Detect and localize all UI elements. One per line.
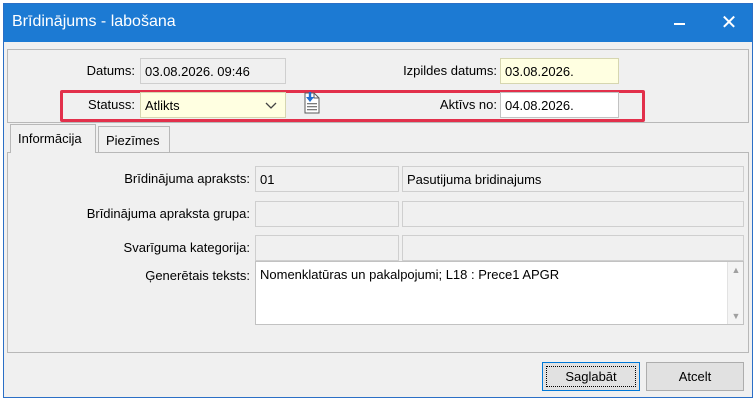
apraksts-code-value: 01 xyxy=(260,172,275,187)
tab-piezimes[interactable]: Piezīmes xyxy=(98,126,170,152)
document-download-icon[interactable] xyxy=(301,91,323,115)
izpildes-datums-field[interactable]: 03.08.2026. xyxy=(500,58,619,84)
izpildes-datums-label: Izpildes datums: xyxy=(403,63,497,78)
statuss-label: Statuss: xyxy=(88,97,135,112)
vertical-scrollbar[interactable]: ▲ ▼ xyxy=(727,262,743,324)
datums-field: 03.08.2026. 09:46 xyxy=(140,58,286,84)
scroll-down-icon[interactable]: ▼ xyxy=(730,311,742,321)
cancel-button[interactable]: Atcelt xyxy=(646,362,744,391)
title-bar: Brīdinājums - labošana ✕ xyxy=(4,4,752,42)
tab-informacija[interactable]: Informācija xyxy=(10,124,96,153)
generetais-teksts-textarea[interactable]: Nomenklatūras un pakalpojumi; L18 : Prec… xyxy=(255,261,744,325)
dialog-window: Brīdinājums - labošana ✕ Datums: 03.08.2… xyxy=(3,3,753,398)
datums-label: Datums: xyxy=(86,63,135,78)
svariguma-kategorija-name-field xyxy=(402,235,744,261)
aktivs-no-value: 04.08.2026. xyxy=(505,98,574,113)
generetais-teksts-label: Ģenerētais teksts: xyxy=(145,268,250,283)
apraksts-name-value: Pasutijuma bridinajums xyxy=(407,172,542,187)
izpildes-datums-value: 03.08.2026. xyxy=(505,64,574,79)
aktivs-no-field[interactable]: 04.08.2026. xyxy=(500,92,619,118)
apraksts-label: Brīdinājuma apraksts: xyxy=(124,171,250,186)
save-button[interactable]: Saglabāt xyxy=(542,362,640,391)
apraksta-grupa-label: Brīdinājuma apraksta grupa: xyxy=(86,206,250,221)
aktivs-no-label: Aktīvs no: xyxy=(439,97,497,112)
statuss-value: Atlikts xyxy=(145,98,180,113)
save-button-label: Saglabāt xyxy=(546,366,636,387)
tab-informacija-label: Informācija xyxy=(18,131,82,146)
apraksta-grupa-code-field xyxy=(255,201,399,227)
apraksta-grupa-name-field xyxy=(402,201,744,227)
window-title: Brīdinājums - labošana xyxy=(12,13,176,30)
svariguma-kategorija-label: Svarīguma kategorija: xyxy=(123,240,250,255)
close-icon[interactable]: ✕ xyxy=(706,4,752,42)
statuss-select[interactable]: Atlikts xyxy=(140,92,286,118)
minimize-icon[interactable] xyxy=(656,4,702,42)
scroll-up-icon[interactable]: ▲ xyxy=(730,265,742,275)
apraksts-name-field: Pasutijuma bridinajums xyxy=(402,166,744,192)
datums-value: 03.08.2026. 09:46 xyxy=(145,64,250,79)
tab-piezimes-label: Piezīmes xyxy=(106,133,160,148)
chevron-down-icon[interactable] xyxy=(262,95,280,115)
apraksts-code-field[interactable]: 01 xyxy=(255,166,399,192)
svariguma-kategorija-code-field xyxy=(255,235,399,261)
generetais-teksts-value: Nomenklatūras un pakalpojumi; L18 : Prec… xyxy=(260,267,560,282)
